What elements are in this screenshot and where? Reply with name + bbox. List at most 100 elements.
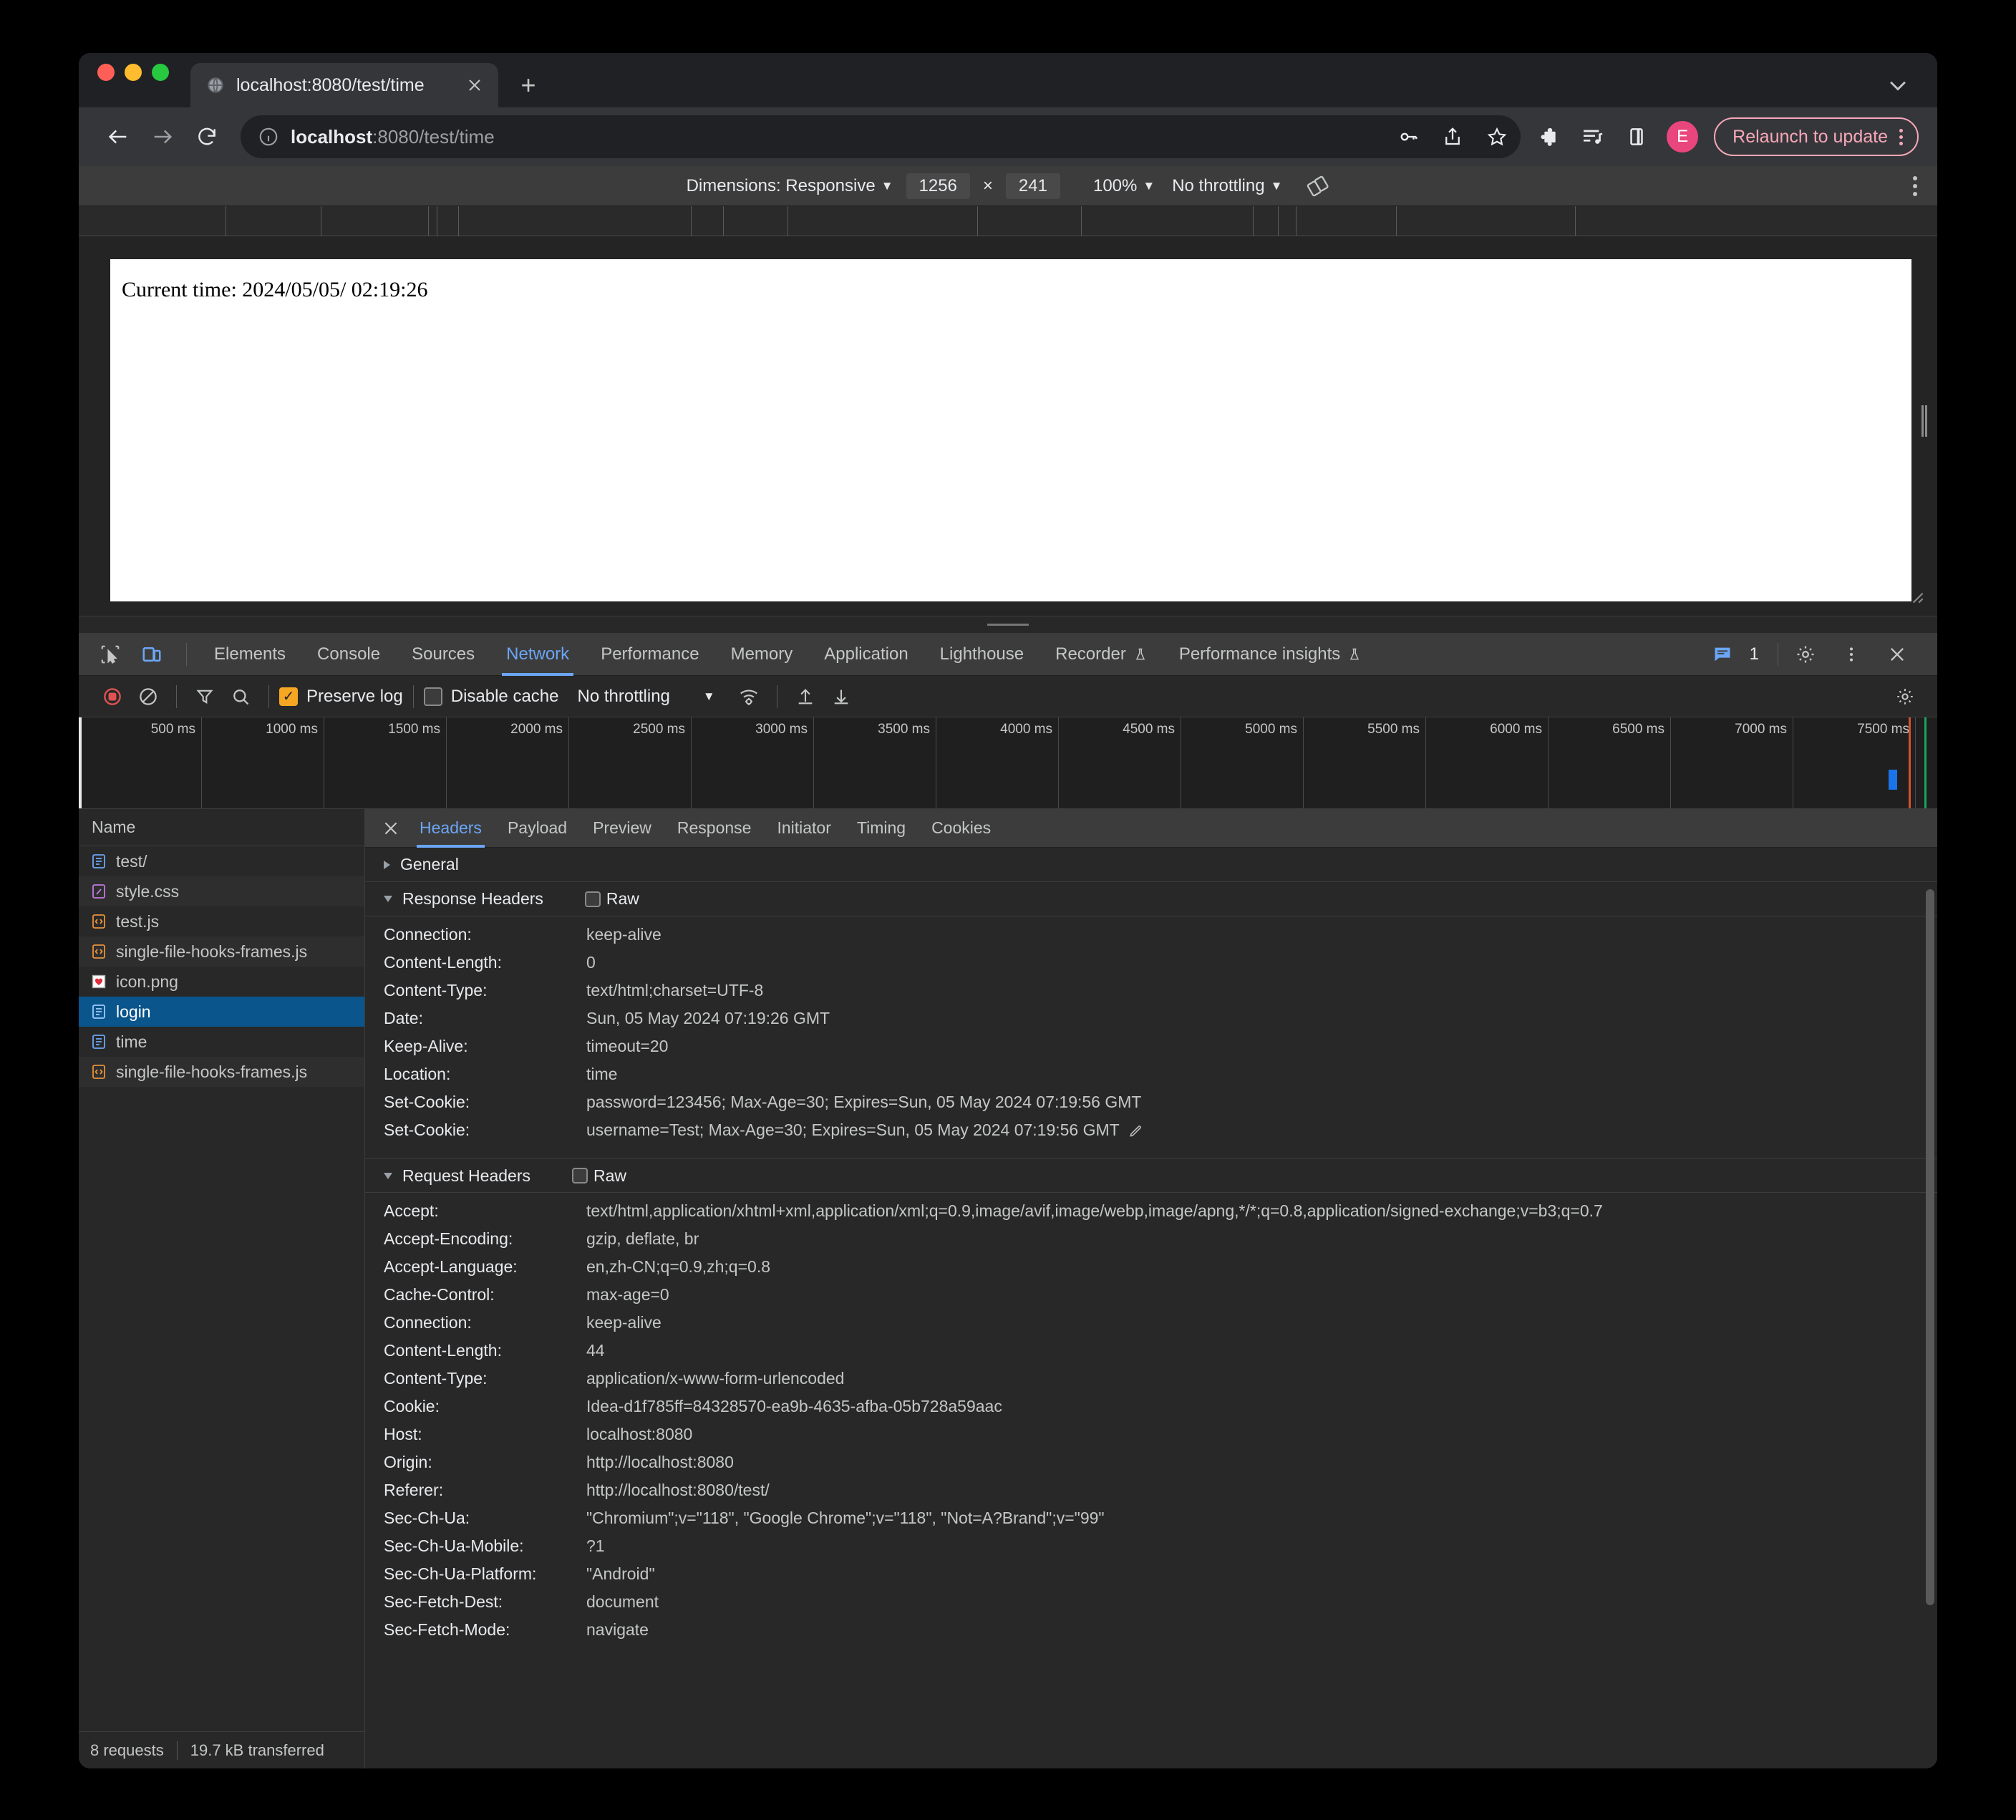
star-icon[interactable] (1480, 120, 1513, 153)
overview-tick-label: 6500 ms (1612, 722, 1670, 737)
arrow-back-icon[interactable] (96, 115, 140, 159)
extensions-puzzle-icon[interactable] (1531, 120, 1565, 154)
viewport-resize-handle[interactable] (1922, 405, 1927, 437)
wifi-settings-icon[interactable] (731, 679, 767, 715)
edit-pencil-icon[interactable] (1128, 1123, 1143, 1138)
request-row-icon-png[interactable]: icon.png (79, 967, 364, 997)
tab-application[interactable]: Application (808, 633, 924, 676)
dimensions-dropdown[interactable]: Dimensions: Responsive ▼ (678, 176, 902, 196)
header-key: Accept-Encoding: (384, 1229, 586, 1249)
response-headers-section-header[interactable]: Response Headers Raw (365, 882, 1937, 916)
device-toolbar-menu-icon[interactable] (1913, 176, 1917, 196)
overview-left-handle[interactable] (79, 717, 82, 808)
detail-tab-payload[interactable]: Payload (495, 809, 580, 848)
viewport-width-input[interactable]: 1256 (906, 173, 970, 199)
side-panel-icon[interactable] (1619, 120, 1654, 154)
arrow-forward-icon[interactable] (140, 115, 185, 159)
tab-performance-insights[interactable]: Performance insights (1163, 633, 1377, 676)
tab-recorder[interactable]: Recorder (1040, 633, 1163, 676)
tab-sources[interactable]: Sources (396, 633, 490, 676)
rotate-device-icon[interactable] (1291, 175, 1338, 198)
tab-performance[interactable]: Performance (585, 633, 714, 676)
chevron-down-icon (384, 1173, 392, 1179)
browser-window: localhost:8080/test/time + (79, 53, 1937, 1768)
detail-tab-headers[interactable]: Headers (407, 809, 495, 848)
detail-tab-preview[interactable]: Preview (580, 809, 664, 848)
tab-elements[interactable]: Elements (198, 633, 301, 676)
request-row-single-file-hooks-frames-js-2[interactable]: single-file-hooks-frames.js (79, 1057, 364, 1087)
avatar[interactable]: E (1667, 121, 1698, 153)
detail-tab-response[interactable]: Response (664, 809, 765, 848)
network-throttling-dropdown[interactable]: No throttling ▼ (577, 687, 714, 707)
viewport-corner-resize-handle[interactable] (1907, 587, 1926, 606)
request-row-test-js[interactable]: test.js (79, 906, 364, 936)
tab-lighthouse[interactable]: Lighthouse (924, 633, 1040, 676)
chevron-down-icon: ▼ (881, 179, 893, 193)
devtools-splitter[interactable] (79, 616, 1937, 633)
new-tab-button[interactable]: + (508, 63, 548, 107)
preserve-log-checkbox[interactable]: ✓ Preserve log (279, 687, 403, 707)
gear-icon[interactable] (1787, 636, 1824, 673)
record-stop-icon[interactable] (94, 679, 130, 715)
clear-icon[interactable] (130, 679, 166, 715)
scrollbar-thumb[interactable] (1926, 889, 1934, 1605)
request-row-single-file-hooks-frames-js[interactable]: single-file-hooks-frames.js (79, 936, 364, 967)
key-icon[interactable] (1392, 120, 1425, 153)
filter-funnel-icon[interactable] (187, 679, 223, 715)
header-value: password=123456; Max-Age=30; Expires=Sun… (586, 1093, 1141, 1112)
close-icon[interactable] (1879, 636, 1916, 673)
network-overview-timeline[interactable]: 500 ms 1000 ms 1500 ms 2000 ms 2500 ms 3… (79, 717, 1937, 809)
address-bar[interactable]: localhost:8080/test/time (241, 115, 1521, 158)
info-circle-icon[interactable] (258, 126, 279, 147)
page-frame: Current time: 2024/05/05/ 02:19:26 (110, 259, 1911, 601)
detail-tab-timing[interactable]: Timing (844, 809, 919, 848)
header-key: Sec-Ch-Ua-Platform: (384, 1564, 586, 1584)
zoom-dropdown[interactable]: 100% ▼ (1085, 176, 1163, 196)
disable-cache-checkbox[interactable]: Disable cache (424, 687, 559, 707)
close-icon[interactable] (375, 813, 407, 844)
share-icon[interactable] (1436, 120, 1469, 153)
dimension-separator: × (974, 176, 1002, 196)
reload-icon[interactable] (185, 115, 229, 159)
request-row-login[interactable]: login (79, 997, 364, 1027)
detail-scrollbar[interactable] (1926, 889, 1934, 1764)
gear-icon[interactable] (1887, 679, 1923, 715)
device-throttling-dropdown[interactable]: No throttling ▼ (1163, 176, 1291, 196)
raw-toggle-response[interactable]: Raw (585, 889, 639, 909)
close-window-button[interactable] (97, 64, 115, 81)
device-toolbar-icon[interactable] (133, 636, 170, 673)
minimize-window-button[interactable] (125, 64, 142, 81)
header-row: Set-Cookie: username=Test; Max-Age=30; E… (365, 1120, 1937, 1148)
header-row: Accept-Language:en,zh-CN;q=0.9,zh;q=0.8 (365, 1257, 1937, 1285)
checkbox-unchecked-icon (585, 891, 601, 907)
request-list-header[interactable]: Name (79, 809, 364, 846)
tab-memory[interactable]: Memory (715, 633, 809, 676)
search-icon[interactable] (223, 679, 258, 715)
close-icon[interactable] (464, 74, 485, 96)
general-section-header[interactable]: General (365, 848, 1937, 882)
viewport-height-input[interactable]: 241 (1006, 173, 1060, 199)
upload-har-icon[interactable] (788, 679, 823, 715)
request-row-time[interactable]: time (79, 1027, 364, 1057)
raw-toggle-request[interactable]: Raw (572, 1166, 626, 1186)
request-row-test[interactable]: test/ (79, 846, 364, 876)
kebab-menu-icon[interactable] (1894, 129, 1909, 145)
tab-console[interactable]: Console (301, 633, 396, 676)
request-row-style-css[interactable]: style.css (79, 876, 364, 906)
detail-tab-cookies[interactable]: Cookies (919, 809, 1004, 848)
detail-tab-initiator[interactable]: Initiator (764, 809, 843, 848)
download-har-icon[interactable] (823, 679, 859, 715)
request-headers-section-header[interactable]: Request Headers Raw (365, 1158, 1937, 1193)
browser-tab[interactable]: localhost:8080/test/time (190, 63, 498, 107)
overview-load-line (1924, 717, 1927, 808)
message-bubble-icon[interactable] (1710, 636, 1735, 673)
maximize-window-button[interactable] (152, 64, 169, 81)
tab-network[interactable]: Network (490, 633, 585, 676)
reading-list-icon[interactable] (1575, 120, 1609, 154)
message-count: 1 (1750, 644, 1759, 664)
kebab-menu-icon[interactable] (1833, 636, 1870, 673)
relaunch-to-update-button[interactable]: Relaunch to update (1714, 117, 1919, 156)
chevron-down-icon[interactable] (1886, 73, 1910, 97)
inspect-element-icon[interactable] (92, 636, 129, 673)
page-content-text: Current time: 2024/05/05/ 02:19:26 (110, 259, 1911, 302)
